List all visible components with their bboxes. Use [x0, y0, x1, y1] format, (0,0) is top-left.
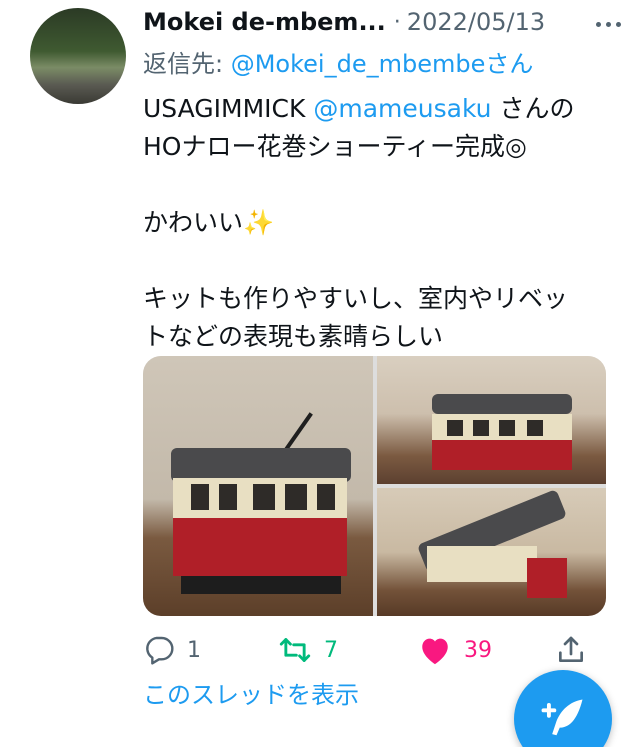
more-dots-icon[interactable] [590, 12, 626, 36]
retweet-arrows-icon [278, 634, 312, 666]
reply-handle-link[interactable]: @Mokei_de_mbembeさん [231, 50, 534, 78]
compose-tweet-button[interactable] [514, 670, 612, 747]
tweet-text: USAGIMMICK @mameusaku さんの HOナロー花巻ショーティー完… [143, 90, 613, 356]
avatar[interactable] [30, 8, 126, 104]
tram-photo-1[interactable] [143, 356, 373, 616]
tweet-line-1: USAGIMMICK @mameusaku さんの [143, 90, 613, 128]
reply-count: 1 [187, 637, 201, 663]
reply-to: 返信先: @Mokei_de_mbembeさん [143, 44, 533, 79]
retweet-button[interactable]: 7 [278, 630, 338, 670]
reply-button[interactable]: 1 [143, 630, 201, 670]
sparkles-emoji: ✨ [243, 208, 275, 237]
tweet-date[interactable]: 2022/05/13 [407, 8, 545, 36]
reply-bubble-icon [143, 634, 175, 666]
tweet-line-3-text: かわいい [143, 208, 244, 237]
display-name[interactable]: Mokei de-mbem... [143, 8, 386, 36]
tweet-line-1-post: さんの [491, 94, 575, 123]
tweet-header: Mokei de-mbem... · 2022/05/13 [143, 4, 626, 40]
retweet-count: 7 [324, 637, 338, 663]
tram-photo-3[interactable] [377, 488, 606, 616]
mention-link[interactable]: @mameusaku [313, 94, 491, 123]
tweet-line-3: かわいい✨ [143, 204, 613, 242]
tweet-line-5: トなどの表現も素晴らしい [143, 322, 444, 351]
compose-feather-icon [537, 693, 589, 745]
like-button[interactable]: 39 [418, 630, 492, 670]
show-thread-link[interactable]: このスレッドを表示 [143, 675, 359, 710]
heart-filled-icon [418, 634, 452, 666]
share-button[interactable] [555, 630, 587, 670]
like-count: 39 [464, 637, 492, 663]
separator-dot: · [393, 9, 401, 35]
media-grid [143, 356, 606, 616]
action-bar: 1 7 39 [143, 630, 593, 670]
tweet-line-1-pre: USAGIMMICK [143, 94, 314, 123]
tram-photo-2[interactable] [377, 356, 606, 484]
reply-label: 返信先: [143, 50, 231, 78]
tweet-line-4: キットも作りやすいし、室内やリベッ [143, 284, 569, 313]
tweet-line-2: HOナロー花巻ショーティー完成◎ [143, 132, 527, 161]
share-upload-icon [555, 634, 587, 666]
